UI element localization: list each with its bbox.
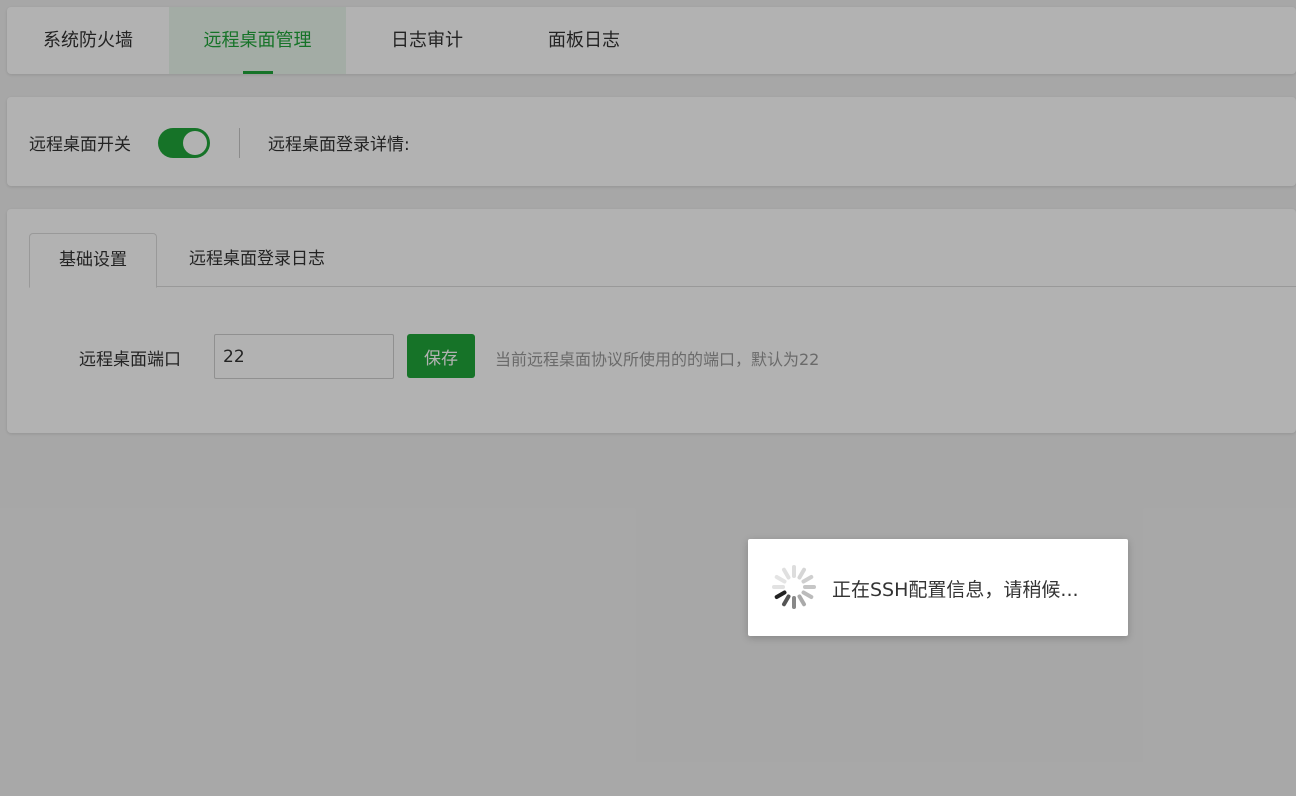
loading-text: 正在SSH配置信息，请稍候...	[832, 579, 1079, 601]
loading-dialog: 正在SSH配置信息，请稍候...	[748, 539, 1128, 636]
app-root: 系统防火墙 远程桌面管理 日志审计 面板日志 远程桌面开关 远程桌面登录详情: …	[0, 0, 1296, 796]
loading-spinner-icon	[772, 565, 816, 609]
modal-overlay	[0, 0, 1296, 796]
